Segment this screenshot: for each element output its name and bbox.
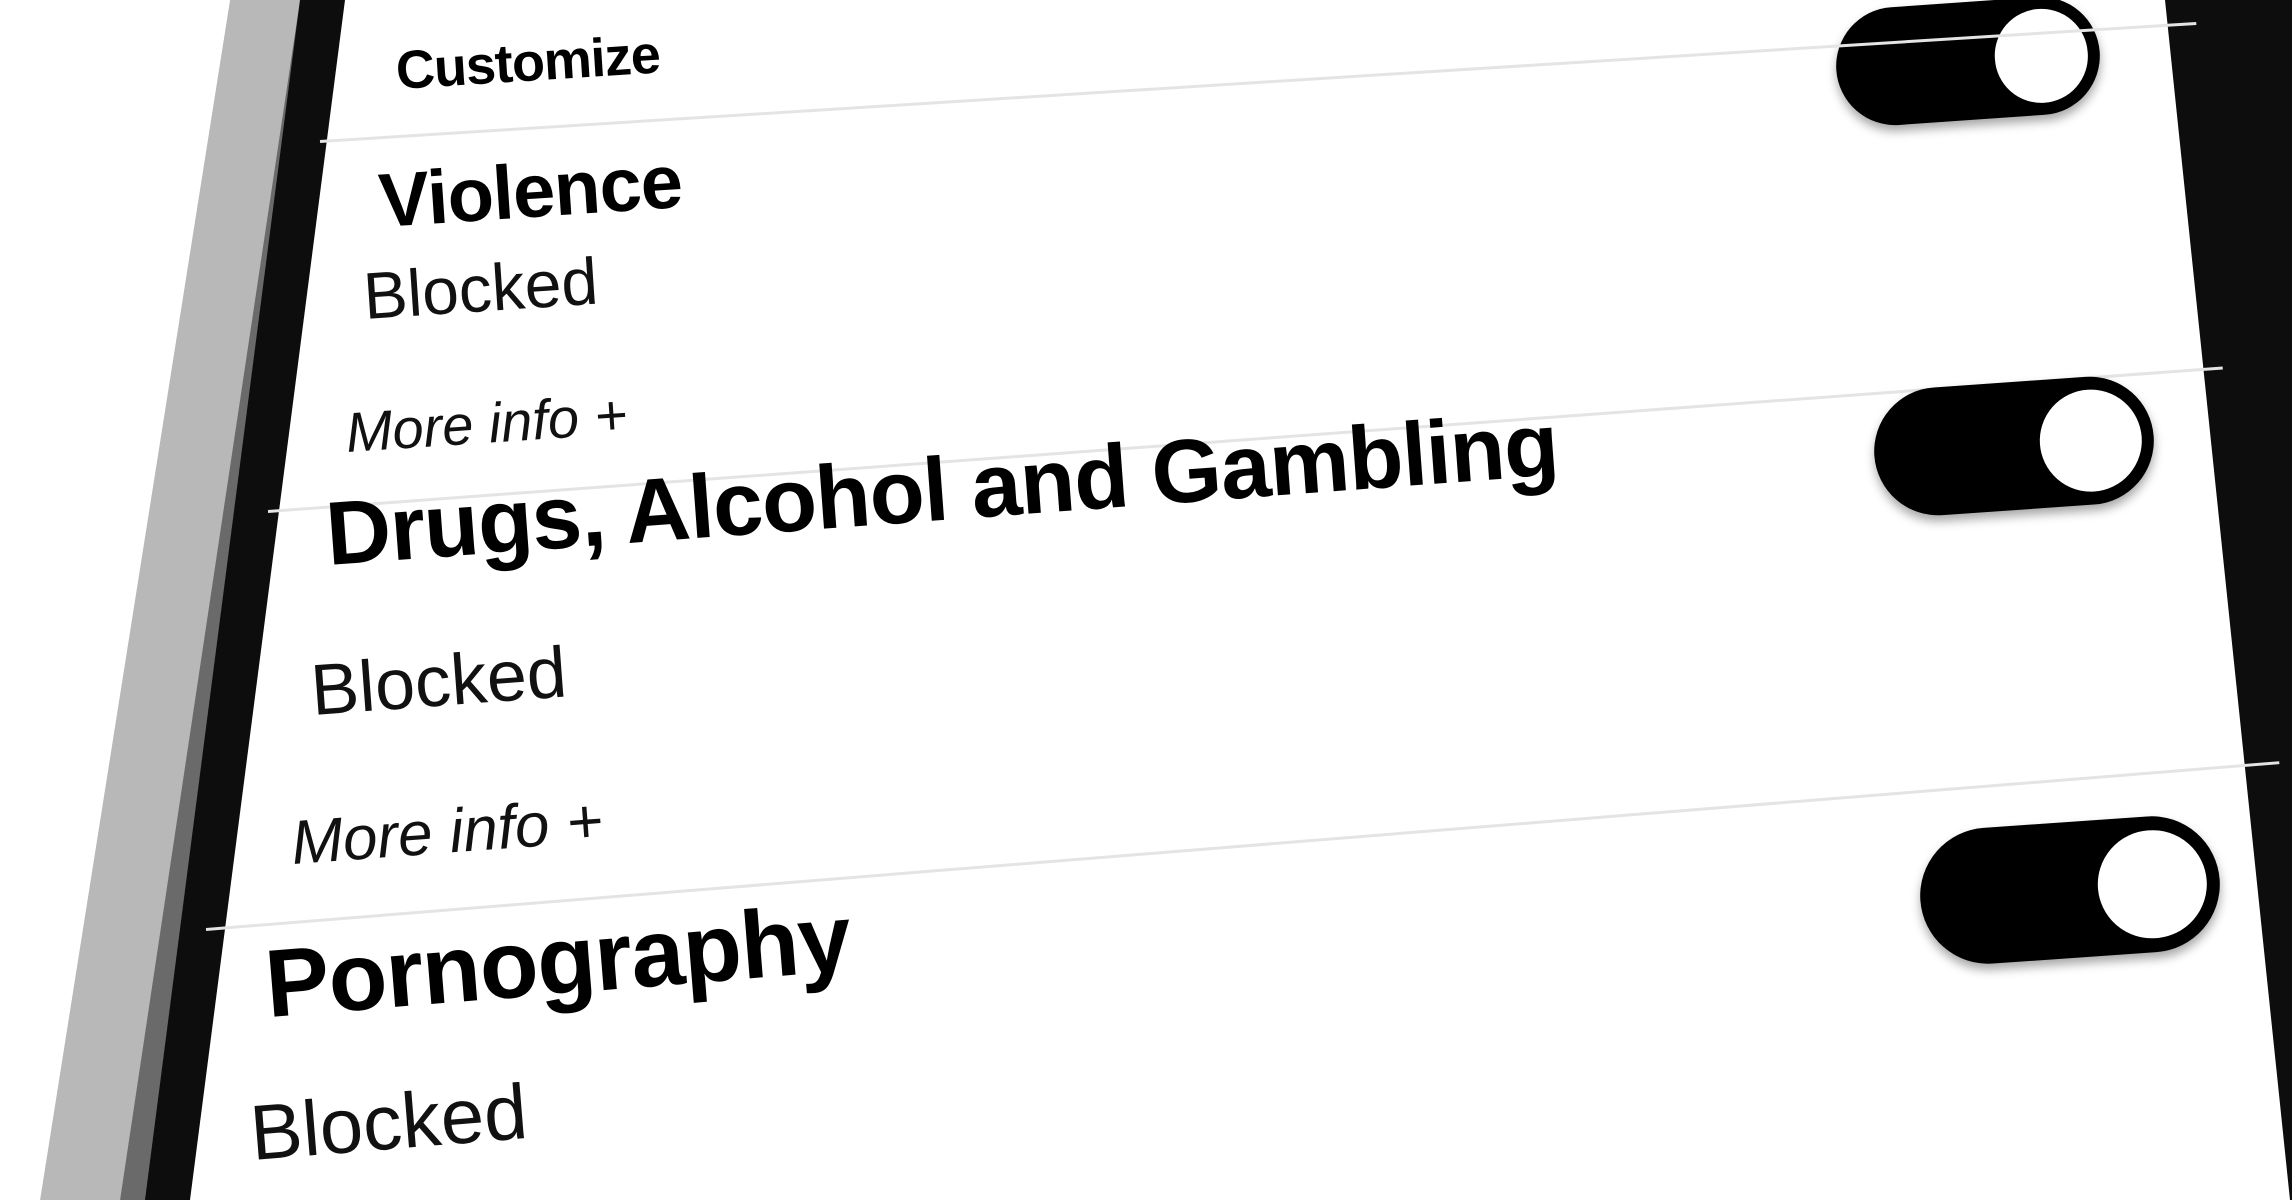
- customize-label: Customize: [394, 24, 662, 102]
- drugs-alcohol-gambling-toggle[interactable]: [1869, 372, 2159, 520]
- customize-toggle[interactable]: [1832, 0, 2104, 130]
- pornography-toggle[interactable]: [1915, 811, 2225, 969]
- toggle-knob: [2031, 381, 2150, 500]
- category-status-violence: Blocked: [361, 243, 601, 334]
- toggle-knob: [1987, 1, 2096, 111]
- more-info-drugs-alcohol-gambling[interactable]: More info +: [289, 785, 605, 879]
- device-screen: Customize Violence Blocked More info + D…: [0, 0, 2292, 1200]
- toggle-knob: [2089, 821, 2215, 947]
- category-title-pornography: Pornography: [261, 884, 855, 1039]
- settings-list: Customize Violence Blocked More info + D…: [0, 0, 2292, 1200]
- category-title-violence: Violence: [376, 139, 685, 245]
- category-status-drugs-alcohol-gambling: Blocked: [308, 632, 570, 732]
- more-info-violence[interactable]: More info +: [344, 381, 629, 465]
- category-status-pornography: Blocked: [246, 1067, 531, 1178]
